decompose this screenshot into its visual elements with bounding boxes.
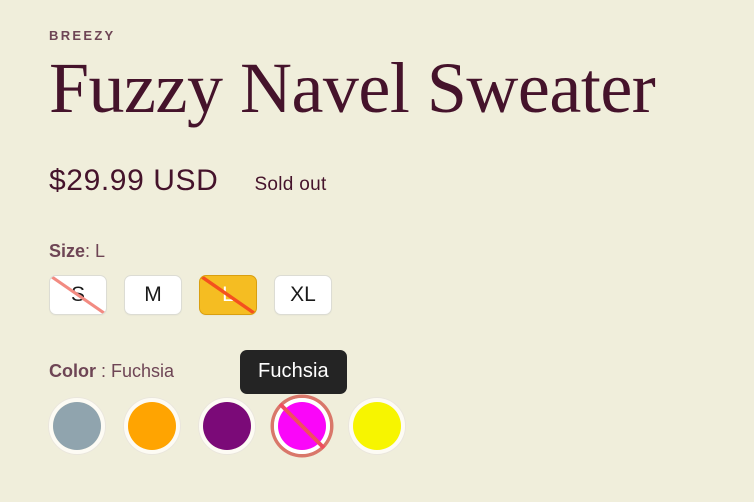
color-legend-value: : Fuchsia (96, 360, 175, 381)
availability-badge: Sold out (254, 174, 327, 196)
color-option-legend: Color : Fuchsia (49, 361, 754, 383)
size-option-legend: Size: L (49, 241, 754, 263)
color-swatch-fill (278, 402, 326, 451)
color-swatch-fill (353, 402, 401, 451)
size-swatch-xl[interactable]: XL (274, 274, 332, 315)
size-option-group: Size: L S M L XL (49, 241, 754, 315)
product-price: $29.99 USD (49, 164, 219, 198)
color-legend-name: Color (49, 360, 96, 381)
color-swatch-fill (128, 402, 176, 451)
size-swatch-label: L (222, 282, 234, 306)
size-swatch-s[interactable]: S (49, 274, 107, 315)
price-row: $29.99 USD Sold out (49, 164, 754, 198)
color-swatch-tooltip: Fuchsia (240, 350, 347, 394)
size-swatch-l[interactable]: L (199, 274, 257, 315)
product-title: Fuzzy Navel Sweater (49, 47, 656, 128)
size-swatch-m[interactable]: M (124, 274, 182, 315)
color-swatch-orange[interactable] (124, 398, 180, 455)
color-swatch-list (49, 398, 754, 455)
size-legend-name: Size (49, 241, 86, 262)
size-swatch-label: XL (290, 282, 316, 306)
color-swatch-fill (53, 402, 101, 451)
color-swatch-slate[interactable] (49, 398, 105, 455)
color-option-group: Color : Fuchsia (49, 361, 754, 455)
color-swatch-purple[interactable] (199, 398, 255, 455)
size-legend-value: : L (85, 241, 106, 262)
size-swatch-list: S M L XL (49, 274, 754, 315)
size-swatch-label: M (144, 282, 162, 306)
product-vendor: BREEZY (49, 28, 116, 43)
size-swatch-label: S (70, 282, 85, 306)
product-detail-panel: BREEZY Fuzzy Navel Sweater $29.99 USD So… (0, 0, 754, 502)
color-swatch-fuchsia[interactable] (274, 398, 330, 455)
color-swatch-yellow[interactable] (349, 398, 405, 455)
color-swatch-fill (203, 402, 251, 451)
